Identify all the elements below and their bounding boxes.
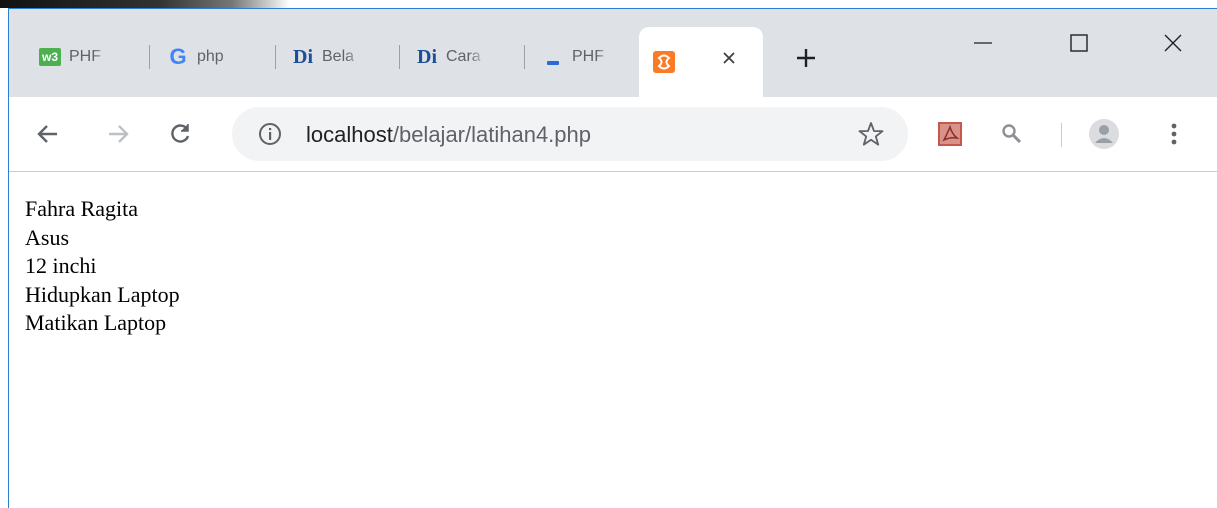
dicoding-icon: Di (292, 46, 314, 68)
profile-button[interactable] (1087, 117, 1121, 151)
reload-button[interactable] (163, 117, 197, 151)
url-path: /belajar/latihan4.php (392, 122, 591, 147)
forward-button[interactable] (101, 117, 135, 151)
content-line-power-off: Matikan Laptop (25, 310, 167, 336)
tab-1[interactable]: w3 PHF (39, 39, 139, 75)
plus-icon (797, 49, 815, 67)
tab-active[interactable] (639, 27, 763, 97)
new-tab-button[interactable] (791, 43, 821, 73)
url-host: localhost (306, 122, 393, 147)
w3schools-icon-text: w3 (39, 48, 61, 66)
tab-1-label: PHF (69, 48, 101, 65)
menu-button[interactable] (1157, 117, 1191, 151)
url-text: localhost/belajar/latihan4.php (306, 122, 591, 148)
maximize-icon (1070, 34, 1088, 52)
back-arrow-icon (37, 125, 57, 143)
content-line-power-on: Hidupkan Laptop (25, 281, 180, 307)
pdf-extension-button[interactable] (933, 117, 967, 151)
pdf-icon (938, 122, 962, 146)
tab-separator (149, 45, 150, 69)
tab-strip: w3 PHF G php Di Bela Di Cara PHF (9, 9, 1217, 97)
minimize-icon (974, 42, 992, 44)
tab-separator (275, 45, 276, 69)
content-line-name: Fahra Ragita (25, 196, 139, 221)
maximize-button[interactable] (1059, 23, 1099, 63)
tab-2-label: php (197, 48, 224, 65)
close-window-button[interactable] (1153, 23, 1193, 63)
tab-4[interactable]: Di Cara (416, 39, 516, 75)
xampp-icon (653, 51, 675, 73)
toolbar-divider (1061, 123, 1062, 147)
address-bar[interactable]: localhost/belajar/latihan4.php (232, 107, 908, 161)
tab-3-label: Bela (322, 48, 355, 65)
avatar-icon (1089, 119, 1119, 149)
search-extension-button[interactable] (995, 117, 1029, 151)
browser-toolbar: localhost/belajar/latihan4.php (9, 97, 1217, 172)
tab-2[interactable]: G php (167, 39, 267, 75)
search-icon (1002, 124, 1022, 144)
page-content: Fahra Ragita Asus 12 inchi Hidupkan Lapt… (25, 195, 180, 338)
info-icon[interactable] (258, 122, 282, 151)
dicoding-icon-text: Di (293, 45, 313, 68)
tab-5-label: PHF (572, 48, 604, 65)
reload-icon (171, 124, 190, 143)
browser-window: w3 PHF G php Di Bela Di Cara PHF localho… (8, 8, 1217, 508)
close-icon (1164, 34, 1182, 52)
dicoding-icon-text: Di (417, 45, 437, 68)
minimize-button[interactable] (963, 23, 1003, 63)
kebab-menu-icon (1171, 123, 1177, 145)
forward-arrow-icon (109, 125, 129, 143)
content-line-size: 12 inchi (25, 253, 97, 279)
tab-separator (524, 45, 525, 69)
tab-5[interactable]: PHF (542, 39, 642, 75)
tab-4-label: Cara (446, 48, 481, 65)
bookmark-star-icon[interactable] (858, 121, 884, 152)
back-button[interactable] (31, 117, 65, 151)
w3schools-icon: w3 (39, 46, 61, 68)
close-tab-icon[interactable] (721, 49, 737, 72)
content-line-brand: Asus (25, 224, 70, 250)
tab-3[interactable]: Di Bela (292, 39, 392, 75)
tab-separator (399, 45, 400, 69)
redaction-scribble (0, 0, 290, 8)
php-dash-icon (542, 46, 564, 68)
dicoding-icon: Di (416, 46, 438, 68)
google-icon-letter: G (169, 44, 187, 69)
google-icon: G (167, 44, 189, 69)
